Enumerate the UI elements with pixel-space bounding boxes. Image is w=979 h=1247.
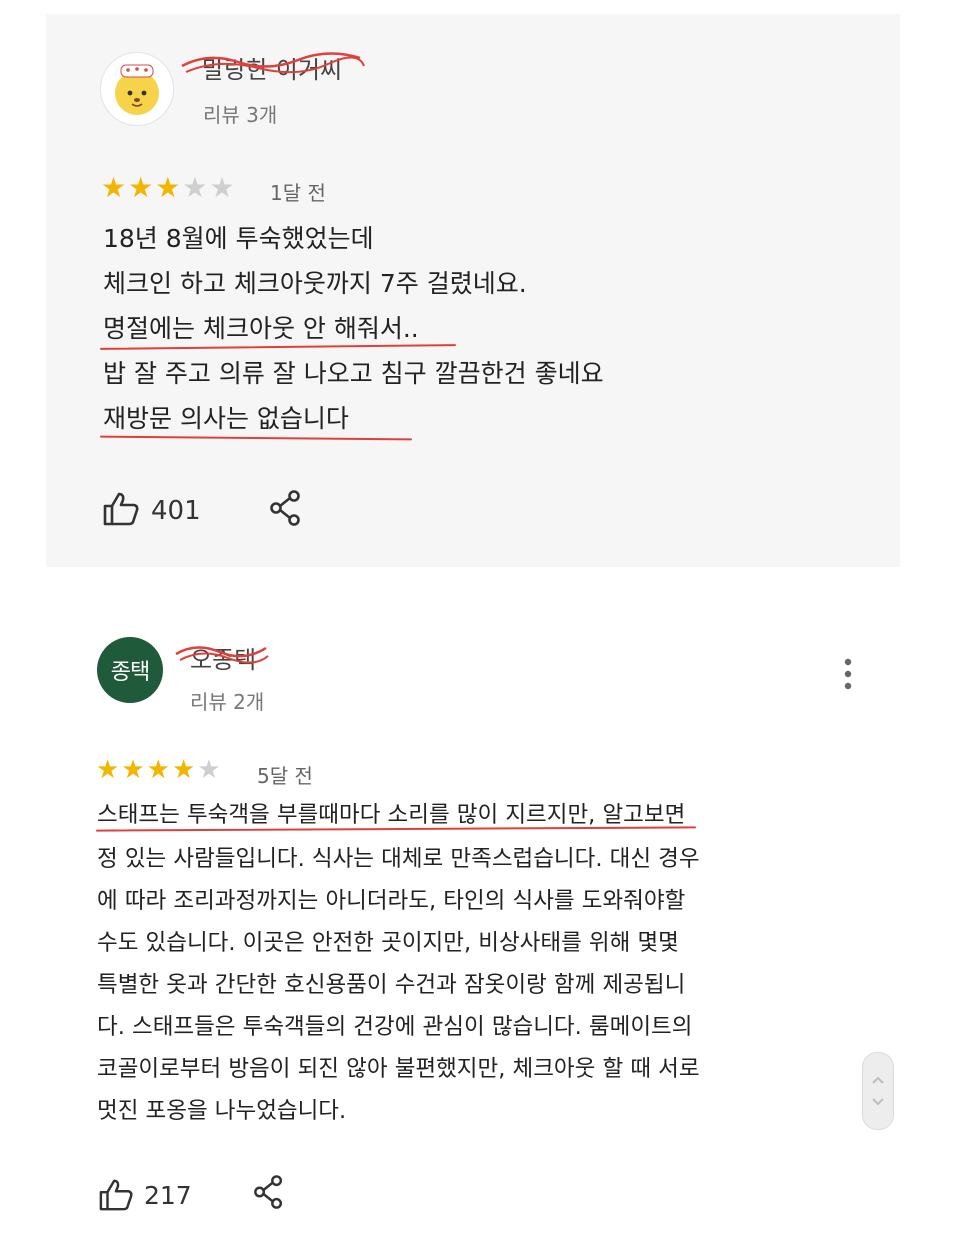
review-text-line: 코골이로부터 방음이 되진 않아 불편했지만, 체크아웃 할 때 서로	[97, 1056, 700, 1082]
star-icon: ★	[155, 171, 181, 204]
cat-avatar-icon	[115, 64, 159, 115]
star-icon: ★	[209, 171, 235, 204]
reviewer-avatar-1[interactable]	[100, 52, 174, 126]
review-text-line: 특별한 옷과 간단한 호신용품이 수건과 잠옷이랑 함께 제공됩니	[97, 972, 686, 998]
star-rating: ★ ★ ★ ★ ★	[96, 756, 221, 784]
review-time: 1달 전	[270, 181, 326, 205]
star-icon: ★	[146, 755, 170, 785]
like-count: 217	[144, 1181, 192, 1210]
scroll-arrows	[872, 1076, 884, 1106]
review-text-line: 정 있는 사람들입니다. 식사는 대체로 만족스럽습니다. 대신 경우	[97, 846, 700, 872]
chevron-down-icon	[872, 1098, 884, 1106]
review-text-line: 스태프는 투숙객을 부를때마다 소리를 많이 지르지만, 알고보면	[97, 802, 686, 828]
review-card-2	[46, 600, 900, 1240]
share-icon[interactable]	[268, 490, 304, 526]
review-text-line: 다. 스태프들은 투숙객들의 건강에 관심이 많습니다. 룸메이트의	[97, 1014, 693, 1040]
star-icon: ★	[171, 755, 196, 785]
thumbs-up-icon[interactable]	[102, 491, 140, 527]
review-text-line: 명절에는 체크아웃 안 해줘서..	[103, 314, 419, 343]
review-count: 리뷰 3개	[203, 103, 278, 127]
review-count: 리뷰 2개	[190, 690, 265, 714]
review-text-line: 수도 있습니다. 이곳은 안전한 곳이지만, 비상사태를 위해 몇몇	[97, 930, 679, 956]
star-icon: ★	[128, 171, 154, 204]
like-count: 401	[151, 496, 201, 526]
name-redaction-scribble	[181, 52, 365, 74]
review-text-line: 에 따라 조리과정까지는 아니더라도, 타인의 식사를 도와줘야할	[97, 888, 686, 914]
review-text-line: 멋진 포옹을 나누었습니다.	[97, 1098, 347, 1124]
review-text-line: 밥 잘 주고 의류 잘 나오고 침구 깔끔한건 좋네요	[103, 359, 604, 388]
review-text-line: 18년 8월에 투숙했었는데	[103, 224, 374, 253]
star-icon: ★	[197, 755, 221, 785]
review-text-line: 재방문 의사는 없습니다	[103, 404, 349, 433]
chevron-up-icon	[872, 1076, 884, 1084]
star-icon: ★	[96, 755, 120, 785]
thumbs-up-icon[interactable]	[98, 1178, 134, 1212]
review-text-line: 체크인 하고 체크아웃까지 7주 걸렸네요.	[103, 269, 527, 298]
star-icon: ★	[101, 171, 127, 204]
scroll-handle[interactable]	[862, 1052, 894, 1130]
name-redaction-scribble	[175, 646, 269, 664]
reviewer-avatar-2[interactable]: 종택	[97, 637, 163, 703]
share-icon[interactable]	[252, 1175, 286, 1209]
review-time: 5달 전	[257, 764, 313, 788]
star-icon: ★	[182, 171, 208, 204]
star-rating: ★ ★ ★ ★ ★	[101, 174, 235, 202]
star-icon: ★	[121, 755, 145, 785]
more-vert-icon[interactable]	[843, 657, 853, 691]
